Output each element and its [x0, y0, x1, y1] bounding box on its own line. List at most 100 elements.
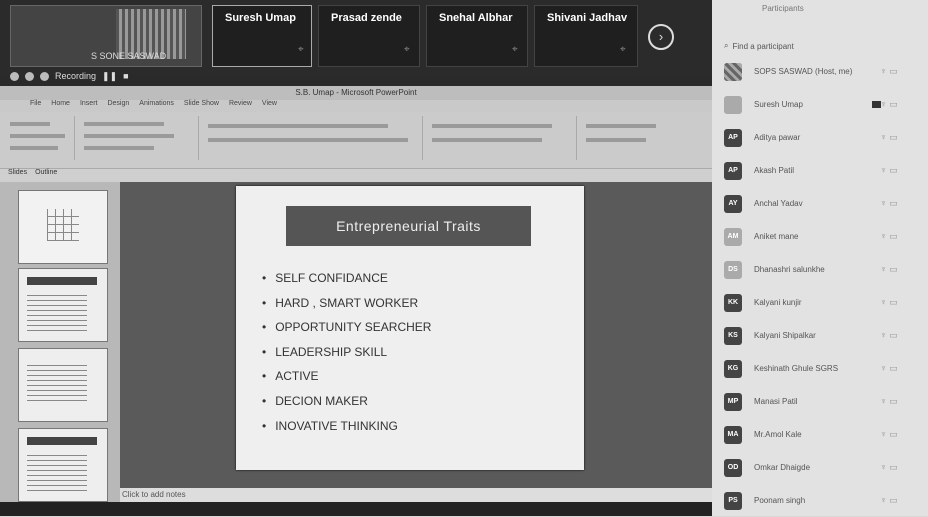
- tab-animations[interactable]: Animations: [139, 100, 174, 112]
- participant-row[interactable]: AY Anchal Yadav ♆ ▭: [712, 187, 928, 220]
- participant-search[interactable]: ⌕ Find a participant: [724, 38, 922, 54]
- participant-name: Omkar Dhaigde: [754, 463, 811, 472]
- video-tile-shivani[interactable]: Shivani Jadhav ⌖: [534, 5, 638, 67]
- slide-editor: Entrepreneurial Traits SELF CONFIDANCE H…: [120, 182, 712, 488]
- slide-panel-tabs: Slides Outline: [0, 169, 128, 181]
- tile-name: Prasad zende: [331, 12, 402, 24]
- participant-row[interactable]: AP Aditya pawar ♆ ▭: [712, 121, 928, 154]
- mic-muted-icon[interactable]: ♆ ▭: [880, 231, 898, 242]
- panel-title: Participants: [762, 4, 804, 13]
- self-name: S SONE SASWAD: [91, 51, 167, 61]
- clipboard-group[interactable]: [4, 116, 75, 160]
- participant-row[interactable]: MP Manasi Patil ♆ ▭: [712, 385, 928, 418]
- avatar: AP: [724, 128, 742, 147]
- window-title: S.B. Umap - Microsoft PowerPoint: [0, 86, 712, 100]
- tab-insert[interactable]: Insert: [80, 100, 98, 112]
- mic-muted-icon[interactable]: ♆ ▭: [880, 264, 898, 275]
- tab-review[interactable]: Review: [229, 100, 252, 112]
- slide-bullets[interactable]: SELF CONFIDANCE HARD , SMART WORKER OPPO…: [262, 266, 431, 438]
- participant-name: Suresh Umap: [754, 100, 803, 109]
- tab-outline[interactable]: Outline: [35, 169, 57, 181]
- status-bar: [0, 502, 712, 516]
- mic-icon: ⌖: [298, 44, 304, 55]
- mic-muted-icon[interactable]: ♆ ▭: [880, 363, 898, 374]
- mic-muted-icon[interactable]: ♆ ▭: [880, 165, 898, 176]
- participant-row[interactable]: KS Kalyani Shipalkar ♆ ▭: [712, 319, 928, 352]
- participant-name: Anchal Yadav: [754, 199, 803, 208]
- tab-home[interactable]: Home: [51, 100, 70, 112]
- mic-muted-icon[interactable]: ♆ ▭: [880, 330, 898, 341]
- avatar: AP: [724, 161, 742, 180]
- participant-name: Aniket mane: [754, 232, 799, 241]
- participant-row[interactable]: DS Dhanashri salunkhe ♆ ▭: [712, 253, 928, 286]
- tab-slide-show[interactable]: Slide Show: [184, 100, 219, 112]
- search-input[interactable]: Find a participant: [732, 42, 793, 51]
- mic-muted-icon[interactable]: ♆ ▭: [880, 198, 898, 209]
- slide-thumbnail[interactable]: [18, 268, 108, 342]
- participant-row[interactable]: OD Omkar Dhaigde ♆ ▭: [712, 451, 928, 484]
- avatar: MA: [724, 425, 742, 444]
- tab-file[interactable]: File: [30, 100, 41, 112]
- mic-icon: ⌖: [404, 44, 410, 55]
- participants-panel: Participants ⌕ Find a participant SOPS S…: [712, 0, 928, 516]
- recording-label: Recording: [55, 71, 97, 81]
- participant-row[interactable]: AP Akash Patil ♆ ▭: [712, 154, 928, 187]
- participant-row[interactable]: KG Keshinath Ghule SGRS ♆ ▭: [712, 352, 928, 385]
- ribbon: [0, 112, 712, 169]
- avatar: AY: [724, 194, 742, 213]
- drawing-group[interactable]: [426, 116, 577, 160]
- participant-name: Kalyani Shipalkar: [754, 331, 816, 340]
- search-icon: ⌕: [724, 41, 729, 50]
- mic-muted-icon[interactable]: ♆ ▭: [880, 429, 898, 440]
- participant-row[interactable]: AM Aniket mane ♆ ▭: [712, 220, 928, 253]
- participant-name: Aditya pawar: [754, 133, 801, 142]
- mic-icon[interactable]: ♆ ▭: [880, 66, 898, 77]
- participant-name: Keshinath Ghule SGRS: [754, 364, 839, 373]
- bullet-item: LEADERSHIP SKILL: [262, 340, 431, 365]
- participant-name: Akash Patil: [754, 166, 795, 175]
- meeting-app: S SONE SASWAD Suresh Umap ⌖ Prasad zende…: [0, 0, 928, 516]
- mic-muted-icon[interactable]: ♆ ▭: [880, 132, 898, 143]
- mic-icon: ⌖: [512, 44, 518, 55]
- bullet-item: ACTIVE: [262, 364, 431, 389]
- mic-icon[interactable]: ♆ ▭: [880, 99, 898, 110]
- tab-slides[interactable]: Slides: [8, 169, 27, 181]
- participant-row[interactable]: PS Poonam singh ♆ ▭: [712, 484, 928, 517]
- slide-thumbnail[interactable]: [18, 190, 108, 264]
- current-slide[interactable]: Entrepreneurial Traits SELF CONFIDANCE H…: [236, 186, 584, 470]
- avatar: KS: [724, 326, 742, 345]
- avatar: DS: [724, 260, 742, 279]
- participant-row[interactable]: MA Mr.Amol Kale ♆ ▭: [712, 418, 928, 451]
- notes-pane[interactable]: Click to add notes: [120, 488, 714, 502]
- participant-row[interactable]: KK Kalyani kunjir ♆ ▭: [712, 286, 928, 319]
- participant-row[interactable]: SOPS SASWAD (Host, me) ♆ ▭: [712, 55, 928, 88]
- mic-muted-icon[interactable]: ♆ ▭: [880, 462, 898, 473]
- slides-group[interactable]: [78, 116, 199, 160]
- mic-muted-icon[interactable]: ♆ ▭: [880, 396, 898, 407]
- editing-group[interactable]: [580, 116, 708, 160]
- bullet-item: INOVATIVE THINKING: [262, 414, 431, 439]
- font-group[interactable]: [202, 116, 423, 160]
- mic-muted-icon[interactable]: ♆ ▭: [880, 495, 898, 506]
- participant-name: Mr.Amol Kale: [754, 430, 802, 439]
- participant-row[interactable]: Suresh Umap ♆ ▭: [712, 88, 928, 121]
- tile-name: Suresh Umap: [225, 12, 296, 24]
- tab-view[interactable]: View: [262, 100, 277, 112]
- avatar: MP: [724, 392, 742, 411]
- slide-thumbnail[interactable]: [18, 428, 108, 502]
- ribbon-tabs: File Home Insert Design Animations Slide…: [0, 100, 712, 112]
- mic-muted-icon[interactable]: ♆ ▭: [880, 297, 898, 308]
- tab-design[interactable]: Design: [107, 100, 129, 112]
- avatar: AM: [724, 227, 742, 246]
- video-tile-snehal[interactable]: Snehal Albhar ⌖: [426, 5, 528, 67]
- chevron-right-icon[interactable]: ›: [648, 24, 674, 50]
- video-tile-suresh[interactable]: Suresh Umap ⌖: [212, 5, 312, 67]
- video-tile-prasad[interactable]: Prasad zende ⌖: [318, 5, 420, 67]
- participant-name: Manasi Patil: [754, 397, 798, 406]
- stop-icon[interactable]: ■: [123, 71, 128, 81]
- tile-name: Snehal Albhar: [439, 12, 513, 24]
- slide-thumbnail[interactable]: [18, 348, 108, 422]
- slide-title[interactable]: Entrepreneurial Traits: [286, 206, 531, 246]
- self-video-tile[interactable]: S SONE SASWAD: [10, 5, 202, 67]
- pause-icon[interactable]: ❚❚: [102, 71, 117, 82]
